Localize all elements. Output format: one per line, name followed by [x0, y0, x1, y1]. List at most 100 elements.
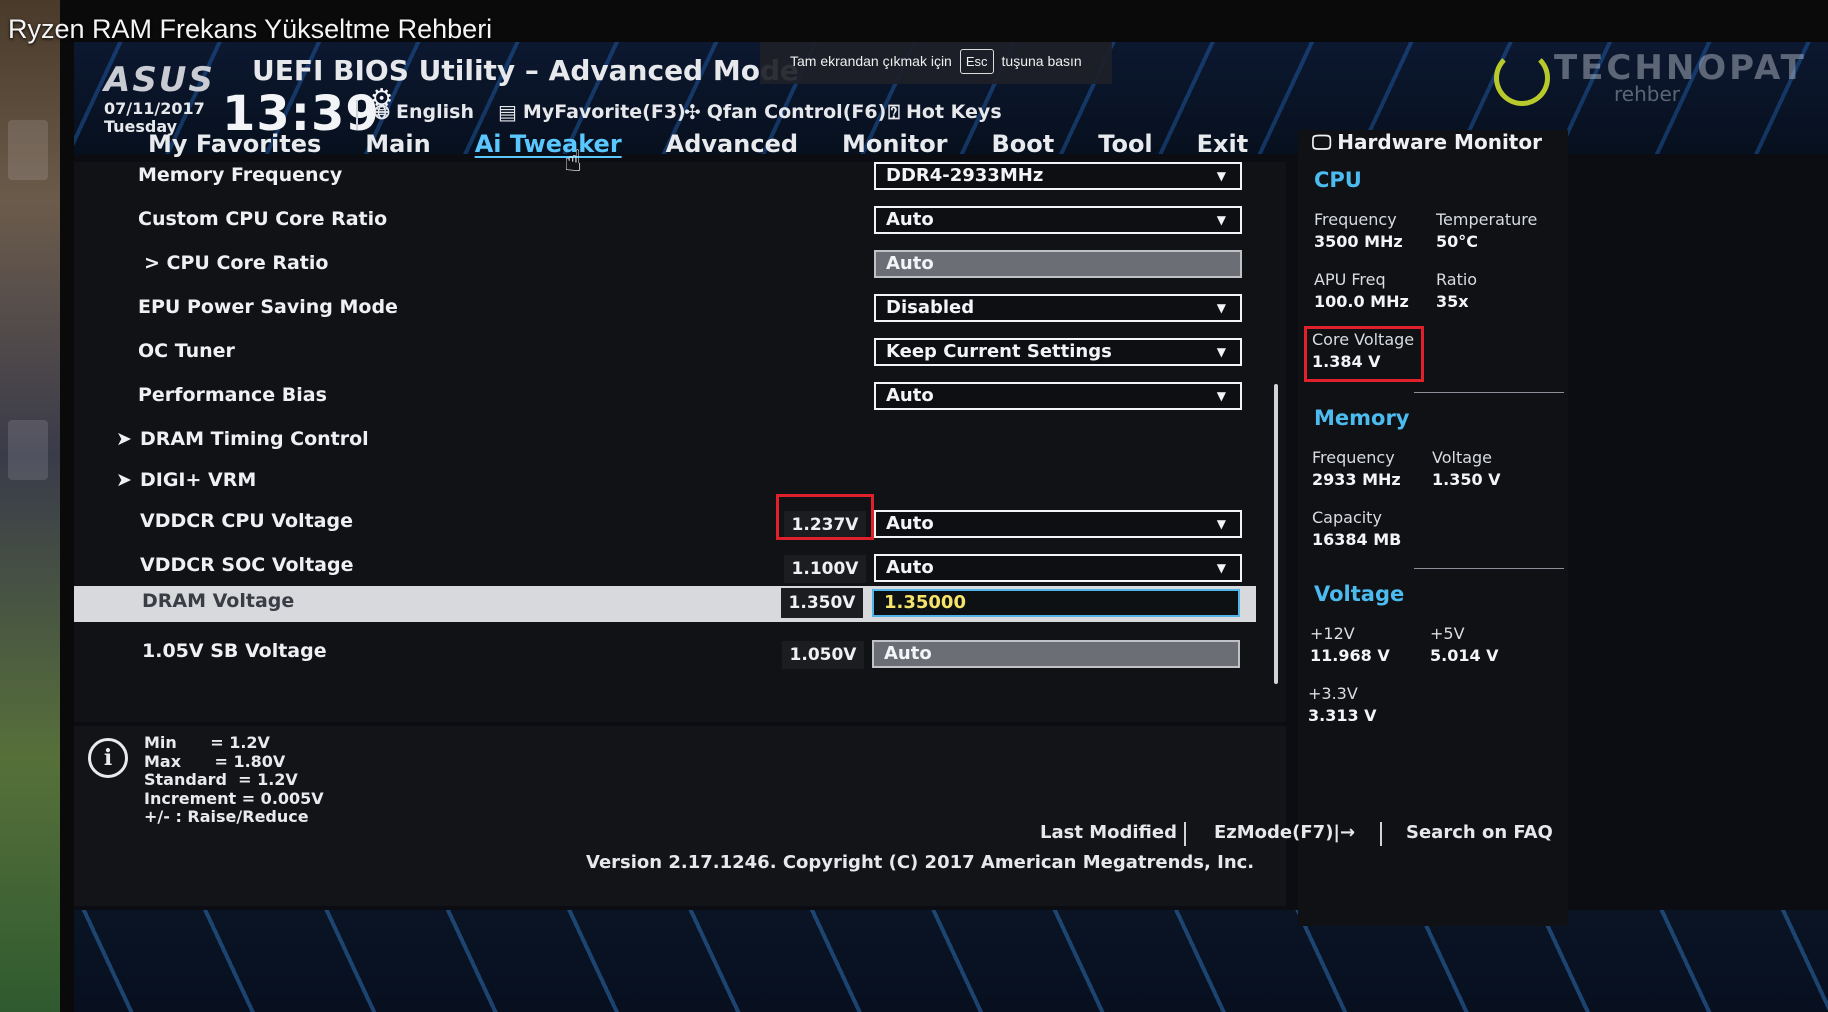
language-button[interactable]: 🌐︎ English	[374, 100, 474, 124]
annotation-box	[776, 494, 874, 540]
tab-tool[interactable]: Tool	[1098, 126, 1152, 162]
settings-scrollbar[interactable]	[1274, 384, 1278, 684]
tab-my-favorites[interactable]: My Favorites	[148, 126, 321, 162]
setting-label: Performance Bias	[138, 384, 327, 406]
field-value: Auto	[886, 253, 934, 274]
select-value: Disabled	[886, 297, 975, 318]
memory-frequency-select[interactable]: DDR4-2933MHz ▼	[874, 162, 1242, 190]
setting-memory-frequency[interactable]: Memory Frequency DDR4-2933MHz ▼	[74, 156, 1286, 200]
select-value: Keep Current Settings	[886, 341, 1112, 362]
hw-divider	[1414, 392, 1564, 393]
submenu-dram-timing-control[interactable]: ➤ DRAM Timing Control	[74, 420, 1286, 464]
cpu-frequency-value: 3500 MHz	[1314, 232, 1403, 251]
setting-custom-cpu-core-ratio[interactable]: Custom CPU Core Ratio Auto ▼	[74, 200, 1286, 244]
setting-cpu-core-ratio[interactable]: > CPU Core Ratio Auto	[74, 244, 1286, 288]
epu-power-saving-select[interactable]: Disabled ▼	[874, 294, 1242, 322]
hardware-monitor-title: 🖵︎ Hardware Monitor	[1312, 130, 1542, 154]
chevron-down-icon: ▼	[1216, 517, 1226, 531]
ezmode-button[interactable]: EzMode(F7)|→	[1214, 822, 1355, 843]
oc-tuner-select[interactable]: Keep Current Settings ▼	[874, 338, 1242, 366]
v33-value: 3.313 V	[1308, 706, 1377, 725]
setting-label: EPU Power Saving Mode	[138, 296, 398, 318]
setting-oc-tuner[interactable]: OC Tuner Keep Current Settings ▼	[74, 332, 1286, 376]
submenu-digi-vrm[interactable]: ➤ DIGI+ VRM	[74, 461, 1286, 505]
tab-exit[interactable]: Exit	[1197, 126, 1249, 162]
hotkey-icon: ⍰	[888, 100, 900, 124]
chevron-down-icon: ▼	[1216, 301, 1226, 315]
tab-advanced[interactable]: Advanced	[666, 126, 798, 162]
power-icon	[1494, 50, 1550, 106]
chevron-down-icon: ▼	[1216, 561, 1226, 575]
v12-label: +12V	[1310, 624, 1355, 643]
setting-dram-voltage[interactable]: DRAM Voltage 1.350V 1.35000	[74, 586, 1256, 622]
background-wall	[0, 0, 60, 1012]
setting-performance-bias[interactable]: Performance Bias Auto ▼	[74, 376, 1286, 420]
technopat-watermark: TECHNOPAT rehber	[1494, 42, 1814, 112]
hotkeys-button[interactable]: ⍰ Hot Keys	[888, 100, 1002, 124]
setting-vddcr-soc-voltage[interactable]: VDDCR SOC Voltage 1.100V Auto ▼	[74, 546, 1286, 590]
fullscreen-exit-tip: Tam ekrandan çıkmak için Esc tuşuna bası…	[760, 42, 1112, 84]
apu-freq-value: 100.0 MHz	[1314, 292, 1409, 311]
qfan-label: Qfan Control(F6)	[706, 101, 887, 123]
bios-screen: ASUS UEFI BIOS Utility – Advanced Mode T…	[74, 42, 1828, 1012]
search-faq-button[interactable]: Search on FAQ	[1406, 822, 1553, 843]
memory-capacity-label: Capacity	[1312, 508, 1382, 527]
submenu-arrow-icon: ➤	[116, 428, 132, 450]
setting-vddcr-cpu-voltage[interactable]: VDDCR CPU Voltage 1.237V Auto ▼	[74, 502, 1286, 546]
tab-main[interactable]: Main	[365, 126, 430, 162]
voltage-reading: 1.050V	[782, 641, 864, 669]
setting-epu-power-saving[interactable]: EPU Power Saving Mode Disabled ▼	[74, 288, 1286, 332]
cpu-temperature-label: Temperature	[1436, 210, 1538, 229]
field-value: Auto	[884, 643, 932, 664]
select-value: Auto	[886, 385, 934, 406]
v5-label: +5V	[1430, 624, 1465, 643]
hw-divider	[1414, 568, 1564, 569]
voltage-reading: 1.350V	[781, 588, 863, 618]
monitor-icon: 🖵︎	[1312, 130, 1332, 154]
help-text: Min = 1.2V Max = 1.80V Standard = 1.2V Incr…	[144, 733, 324, 827]
setting-sb-voltage[interactable]: 1.05V SB Voltage 1.050V Auto	[74, 632, 1286, 676]
voltage-reading: 1.100V	[784, 555, 866, 583]
setting-label: 1.05V SB Voltage	[142, 640, 327, 662]
hardware-monitor: 🖵︎ Hardware Monitor CPU Frequency 3500 M…	[1298, 130, 1568, 926]
select-value: Auto	[886, 557, 934, 578]
select-value: DDR4-2933MHz	[886, 165, 1044, 186]
qfan-button[interactable]: ✣ Qfan Control(F6)	[684, 100, 886, 124]
memory-voltage-label: Voltage	[1432, 448, 1493, 467]
watermark-text: TECHNOPAT	[1554, 48, 1807, 88]
performance-bias-select[interactable]: Auto ▼	[874, 382, 1242, 410]
last-modified-button[interactable]: Last Modified	[1040, 822, 1177, 843]
tab-boot[interactable]: Boot	[992, 126, 1055, 162]
memory-voltage-value: 1.350 V	[1432, 470, 1501, 489]
annotation-box	[1304, 326, 1424, 382]
esc-tip-text: Tam ekrandan çıkmak için	[790, 53, 952, 69]
hotkeys-label: Hot Keys	[906, 101, 1002, 123]
tab-monitor[interactable]: Monitor	[842, 126, 947, 162]
chevron-down-icon: ▼	[1216, 345, 1226, 359]
settings-panel: Memory Frequency DDR4-2933MHz ▼ Custom CP…	[74, 162, 1286, 722]
dram-voltage-input[interactable]: 1.35000	[872, 589, 1240, 617]
wall-decoration	[8, 120, 48, 180]
help-line: Max = 1.80V	[144, 751, 286, 771]
help-line: Min = 1.2V	[144, 733, 270, 752]
setting-label: DRAM Voltage	[142, 590, 295, 612]
memory-frequency-label: Frequency	[1312, 448, 1395, 467]
memory-section-title: Memory	[1314, 406, 1410, 430]
vddcr-soc-voltage-select[interactable]: Auto ▼	[874, 554, 1242, 582]
vddcr-cpu-voltage-select[interactable]: Auto ▼	[874, 510, 1242, 538]
select-value: Auto	[886, 513, 934, 534]
footer-separator	[1380, 822, 1382, 846]
chevron-down-icon: ▼	[1216, 169, 1226, 183]
bios-title: UEFI BIOS Utility – Advanced Mode	[252, 54, 799, 87]
select-value: Auto	[886, 209, 934, 230]
version-text: Version 2.17.1246. Copyright (C) 2017 Am…	[586, 852, 1255, 873]
tab-ai-tweaker[interactable]: Ai Tweaker	[475, 126, 622, 162]
custom-cpu-core-ratio-select[interactable]: Auto ▼	[874, 206, 1242, 234]
ratio-value: 35x	[1436, 292, 1469, 311]
help-line: Increment = 0.005V	[144, 788, 324, 808]
video-title: Ryzen RAM Frekans Yükseltme Rehberi	[8, 14, 493, 44]
myfavorite-button[interactable]: ▤ MyFavorite(F3)	[498, 100, 686, 124]
watermark-sub: rehber	[1614, 82, 1680, 106]
memory-frequency-value: 2933 MHz	[1312, 470, 1401, 489]
cpu-temperature-value: 50°C	[1436, 232, 1479, 251]
